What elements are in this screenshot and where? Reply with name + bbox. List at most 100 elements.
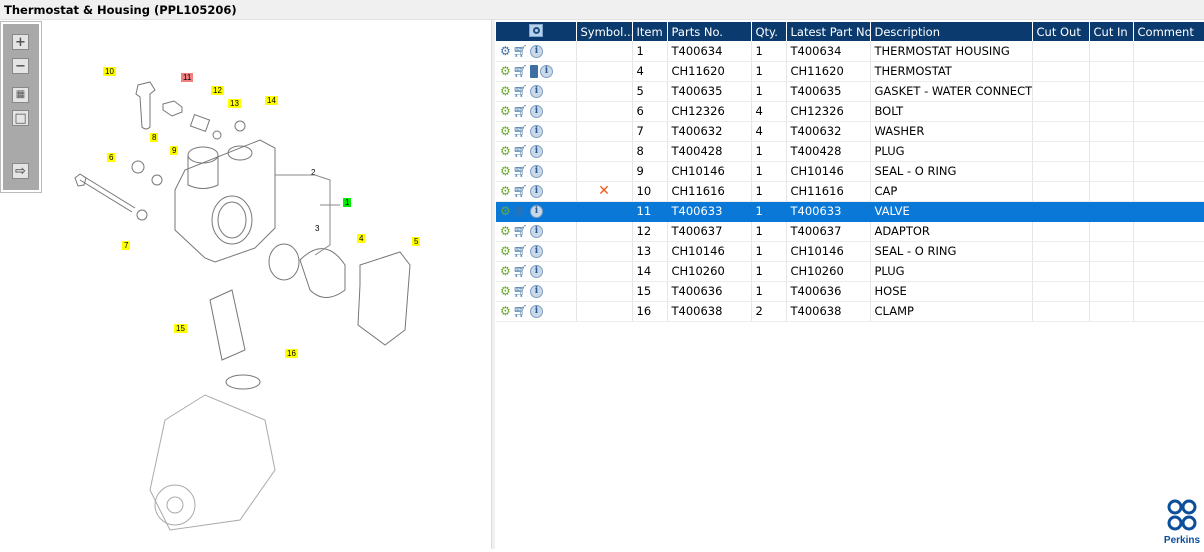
cart-icon[interactable]: 🛒︎ <box>513 164 528 178</box>
info-icon[interactable]: i <box>530 264 543 278</box>
gear-icon[interactable]: ⚙ <box>500 64 511 78</box>
table-row[interactable]: ⚙ 🛒︎ i 7 T400632 4 T400632 WASHER <box>496 121 1204 142</box>
info-icon[interactable]: i <box>530 304 543 318</box>
info-icon[interactable]: i <box>530 144 543 158</box>
gear-icon[interactable]: ⚙ <box>500 244 511 258</box>
table-row[interactable]: ⚙ 🛒︎ i 9 CH10146 1 CH10146 SEAL - O RING <box>496 161 1204 182</box>
cart-icon[interactable]: 🛒︎ <box>513 284 528 298</box>
info-icon[interactable]: i <box>530 84 543 98</box>
info-icon[interactable]: i <box>530 244 543 258</box>
cell-qty: 1 <box>751 41 787 62</box>
callout-5[interactable]: 5 <box>412 237 421 246</box>
gear-icon[interactable]: ⚙ <box>500 304 511 318</box>
callout-12[interactable]: 12 <box>211 86 224 95</box>
column-header[interactable]: Parts No. <box>667 22 752 41</box>
callout-15[interactable]: 15 <box>174 324 187 333</box>
column-header[interactable]: Description <box>870 22 1033 41</box>
table-row[interactable]: ⚙ 🛒︎ i 11 T400633 1 T400633 VALVE <box>496 201 1204 222</box>
cart-icon[interactable]: 🛒︎ <box>513 84 528 98</box>
search-icon[interactable] <box>528 23 543 37</box>
callout-10[interactable]: 10 <box>103 67 116 76</box>
zoom-out-button[interactable]: − <box>12 58 29 74</box>
header-search[interactable] <box>496 22 577 41</box>
table-row[interactable]: ⚙ 🛒︎ i 16 T400638 2 T400638 CLAMP <box>496 301 1204 322</box>
cart-icon[interactable]: 🛒︎ <box>513 144 528 158</box>
cart-icon[interactable]: 🛒︎ <box>513 204 528 218</box>
cart-icon[interactable]: 🛒︎ <box>513 124 528 138</box>
cell-item: 15 <box>632 281 668 302</box>
table-row[interactable]: ⚙ 🛒︎ i 1 T400634 1 T400634 THERMOSTAT HOUSING <box>496 41 1204 62</box>
cart-icon[interactable]: 🛒︎ <box>513 64 528 78</box>
gear-icon[interactable]: ⚙ <box>500 164 511 178</box>
callout-7[interactable]: 7 <box>122 241 131 250</box>
cell-item: 1 <box>632 41 668 62</box>
table-row[interactable]: ⚙ 🛒︎ i ✕ 10 CH11616 1 CH11616 CAP <box>496 181 1204 202</box>
gears-icon[interactable]: ⚙ <box>500 44 511 58</box>
table-row[interactable]: ⚙ 🛒︎ i 15 T400636 1 T400636 HOSE <box>496 281 1204 302</box>
callout-11[interactable]: 11 <box>181 73 194 82</box>
gear-icon[interactable]: ⚙ <box>500 104 511 118</box>
column-header[interactable]: Symbol... <box>576 22 633 41</box>
cell-item: 12 <box>632 221 668 242</box>
table-row[interactable]: ⚙ 🛒︎ i 12 T400637 1 T400637 ADAPTOR <box>496 221 1204 242</box>
gear-icon[interactable]: ⚙ <box>500 264 511 278</box>
book-icon[interactable] <box>530 64 538 78</box>
column-header[interactable]: Latest Part No. <box>786 22 871 41</box>
gear-icon[interactable]: ⚙ <box>500 224 511 238</box>
parts-diagram[interactable]: 10 11 12 13 14 8 9 6 2 1 3 4 5 7 15 16 <box>0 20 492 549</box>
callout-13[interactable]: 13 <box>228 99 241 108</box>
cell-desc: ADAPTOR <box>870 221 1033 242</box>
callout-16[interactable]: 16 <box>285 349 298 358</box>
export-button[interactable]: ⇨ <box>12 163 29 179</box>
column-header[interactable]: Item <box>632 22 668 41</box>
zoom-in-button[interactable]: + <box>12 34 29 50</box>
column-header[interactable]: Cut In <box>1089 22 1134 41</box>
info-icon[interactable]: i <box>530 44 543 58</box>
table-row[interactable]: ⚙ 🛒︎ i 4 CH11620 1 CH11620 THERMOSTAT <box>496 61 1204 82</box>
table-row[interactable]: ⚙ 🛒︎ i 8 T400428 1 T400428 PLUG <box>496 141 1204 162</box>
cart-icon[interactable]: 🛒︎ <box>513 44 528 58</box>
gear-icon[interactable]: ⚙ <box>500 84 511 98</box>
callout-6[interactable]: 6 <box>107 153 116 162</box>
info-icon[interactable]: i <box>530 164 543 178</box>
cart-icon[interactable]: 🛒︎ <box>513 264 528 278</box>
fit-all-button[interactable]: ▦ <box>12 87 29 103</box>
cell-comment <box>1133 121 1204 142</box>
gear-icon[interactable]: ⚙ <box>500 144 511 158</box>
info-icon[interactable]: i <box>530 284 543 298</box>
column-header[interactable]: Cut Out <box>1032 22 1090 41</box>
table-row[interactable]: ⚙ 🛒︎ i 13 CH10146 1 CH10146 SEAL - O RING <box>496 241 1204 262</box>
info-icon[interactable]: i <box>540 64 553 78</box>
table-row[interactable]: ⚙ 🛒︎ i 14 CH10260 1 CH10260 PLUG <box>496 261 1204 282</box>
cart-icon[interactable]: 🛒︎ <box>513 304 528 318</box>
table-row[interactable]: ⚙ 🛒︎ i 6 CH12326 4 CH12326 BOLT <box>496 101 1204 122</box>
cart-icon[interactable]: 🛒︎ <box>513 104 528 118</box>
cart-icon[interactable]: 🛒︎ <box>513 244 528 258</box>
callout-2[interactable]: 2 <box>311 168 315 177</box>
column-header[interactable]: Comment <box>1133 22 1204 41</box>
table-row[interactable]: ⚙ 🛒︎ i 5 T400635 1 T400635 GASKET - WATER CONNE… <box>496 81 1204 102</box>
info-icon[interactable]: i <box>530 204 543 218</box>
splitter[interactable] <box>491 20 495 549</box>
gear-icon[interactable]: ⚙ <box>500 124 511 138</box>
column-header[interactable]: Qty. <box>751 22 787 41</box>
cell-symbol <box>576 61 633 82</box>
cart-icon[interactable]: 🛒︎ <box>513 224 528 238</box>
callout-3[interactable]: 3 <box>315 224 319 233</box>
callout-9[interactable]: 9 <box>170 146 179 155</box>
callout-14[interactable]: 14 <box>265 96 278 105</box>
info-icon[interactable]: i <box>530 184 543 198</box>
gear-icon[interactable]: ⚙ <box>500 284 511 298</box>
callout-1[interactable]: 1 <box>343 198 352 207</box>
info-icon[interactable]: i <box>530 224 543 238</box>
callout-4[interactable]: 4 <box>357 234 366 243</box>
info-icon[interactable]: i <box>530 104 543 118</box>
gear-icon[interactable]: ⚙ <box>500 184 511 198</box>
info-icon[interactable]: i <box>530 124 543 138</box>
callout-8[interactable]: 8 <box>150 133 159 142</box>
gear-icon[interactable]: ⚙ <box>500 204 511 218</box>
cell-desc: PLUG <box>870 141 1033 162</box>
fit-window-button[interactable]: □ <box>12 110 29 126</box>
row-actions: ⚙ 🛒︎ i <box>496 121 577 142</box>
cart-icon[interactable]: 🛒︎ <box>513 184 528 198</box>
